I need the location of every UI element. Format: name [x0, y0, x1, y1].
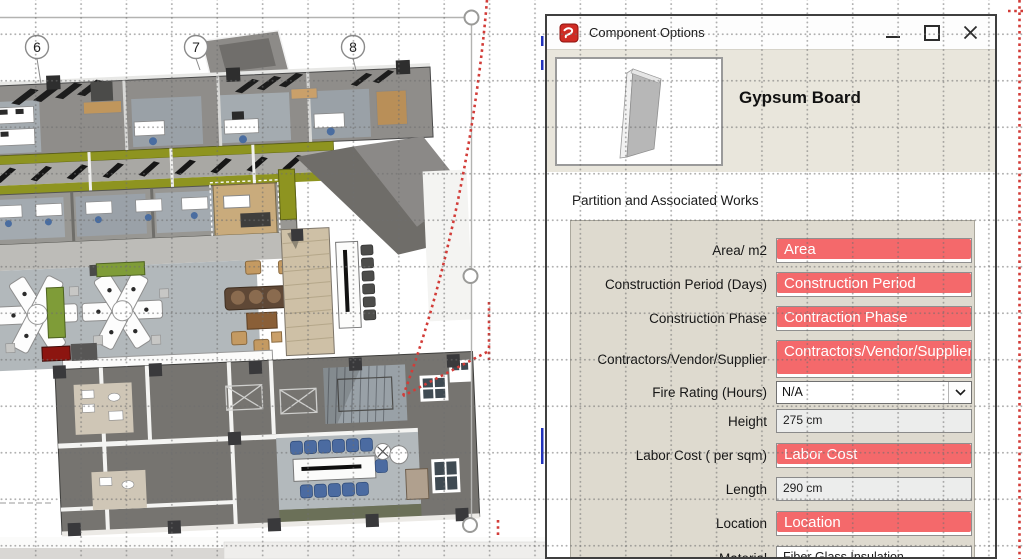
field-label: Height — [571, 414, 776, 429]
chevron-down-icon — [955, 389, 966, 396]
field-row-construction-period: Construction Period (Days) Construction … — [571, 272, 974, 297]
grid-bubble-label: 7 — [192, 39, 200, 55]
field-label: Contractors/Vendor/Supplier — [571, 352, 776, 367]
floor-plan-model — [0, 23, 482, 544]
construction-phase-input[interactable]: Contraction Phase — [776, 306, 972, 331]
section-handle-top[interactable] — [465, 11, 479, 25]
section-title: Partition and Associated Works — [572, 193, 995, 208]
labor-cost-input[interactable]: Labor Cost — [776, 443, 972, 468]
meeting-chairs — [361, 245, 376, 320]
field-row-construction-phase: Construction Phase Contraction Phase — [571, 306, 974, 331]
wood-floor-room — [213, 183, 277, 236]
section-handle-middle[interactable] — [464, 269, 478, 283]
construction-period-input[interactable]: Construction Period — [776, 272, 972, 297]
options-form-panel: Area/ m2 Area Construction Period (Days)… — [570, 220, 975, 559]
area-input[interactable]: Area — [776, 238, 972, 263]
field-label: Labor Cost ( per sqm) — [571, 448, 776, 463]
location-input[interactable]: Location — [776, 511, 972, 536]
blue-axis-marks — [541, 36, 544, 464]
close-icon — [963, 25, 978, 40]
field-row-contractors: Contractors/Vendor/Supplier Contractors/… — [571, 340, 974, 378]
maximize-button[interactable] — [923, 24, 940, 41]
field-label: Fire Rating (Hours) — [571, 385, 776, 400]
field-row-labor-cost: Labor Cost ( per sqm) Labor Cost — [571, 443, 974, 468]
olive-panel — [278, 169, 296, 220]
dropdown-button[interactable] — [948, 382, 971, 403]
meeting-table — [336, 241, 362, 328]
bottom-strip-gray — [0, 548, 224, 559]
contractors-input[interactable]: Contractors/Vendor/Supplier — [776, 340, 972, 378]
field-row-fire-rating: Fire Rating (Hours) N/A — [571, 381, 974, 404]
stone-floor — [281, 228, 334, 356]
stairwell — [323, 364, 407, 424]
component-options-dialog: Component Options Gypsum Board Partition… — [545, 14, 997, 559]
field-label: Location — [571, 516, 776, 531]
maximize-icon — [924, 25, 940, 41]
length-input[interactable]: 290 cm — [776, 477, 972, 501]
height-input[interactable]: 275 cm — [776, 409, 972, 433]
field-row-area: Area/ m2 Area — [571, 238, 974, 263]
component-header: Gypsum Board — [547, 49, 995, 172]
field-label: Area/ m2 — [571, 243, 776, 258]
sketchup-screen: 6 7 8 Component Options — [0, 0, 1024, 559]
section-handle-bottom[interactable] — [463, 518, 477, 532]
green-locker — [46, 287, 65, 338]
red-cabinet — [42, 346, 71, 361]
gypsum-board-preview — [557, 59, 721, 164]
field-label: Material — [571, 551, 776, 559]
dialog-title: Component Options — [589, 25, 705, 40]
bottom-strip-light — [224, 542, 546, 559]
conference-room — [276, 432, 430, 525]
material-input[interactable]: Fiber Glass Insulation — [776, 546, 972, 559]
dialog-titlebar[interactable]: Component Options — [547, 16, 995, 49]
component-name: Gypsum Board — [739, 88, 861, 108]
minimize-button[interactable] — [884, 24, 901, 41]
fire-rating-dropdown[interactable]: N/A — [776, 381, 972, 404]
grid-bubble-label: 8 — [349, 39, 357, 55]
field-label: Length — [571, 482, 776, 497]
component-thumbnail — [555, 57, 723, 166]
field-row-length: Length 290 cm — [571, 477, 974, 501]
green-bench — [96, 262, 145, 277]
field-label: Construction Phase — [571, 311, 776, 326]
grid-bubble-label: 6 — [33, 39, 41, 55]
field-label: Construction Period (Days) — [571, 277, 776, 292]
field-row-material: Material Fiber Glass Insulation — [571, 546, 974, 559]
field-row-height: Height 275 cm — [571, 409, 974, 433]
close-button[interactable] — [962, 24, 979, 41]
field-row-location: Location Location — [571, 511, 974, 536]
minimize-icon — [886, 36, 900, 38]
sketchup-logo-icon — [559, 23, 579, 43]
